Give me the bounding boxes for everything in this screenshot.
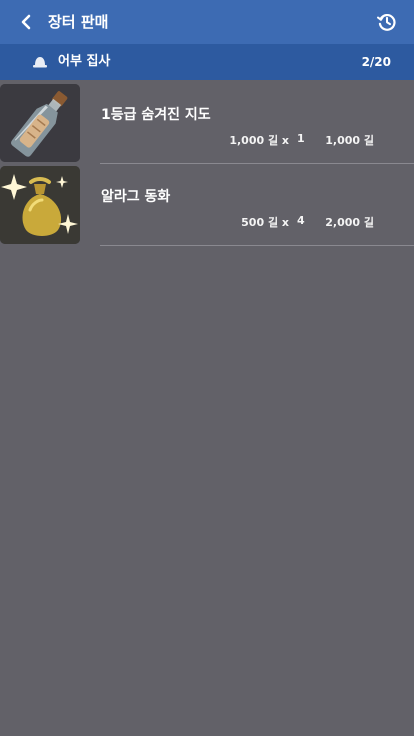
retainer-bar: 어부 집사 2/20 bbox=[0, 44, 414, 80]
bell-icon bbox=[33, 57, 47, 68]
page-title: 장터 판매 bbox=[48, 13, 109, 31]
history-button[interactable] bbox=[374, 9, 400, 35]
back-button[interactable] bbox=[12, 8, 40, 36]
bottle-map-icon bbox=[0, 84, 80, 162]
unit-price: 1,000 길 x bbox=[229, 134, 289, 147]
list-item[interactable]: 알라그 동화 500 길 x 4 2,000 길 bbox=[0, 164, 414, 246]
chevron-left-icon bbox=[21, 14, 31, 30]
total-price: 2,000 길 bbox=[325, 216, 374, 229]
unit-price: 500 길 x bbox=[241, 216, 289, 229]
listing-count: 2/20 bbox=[361, 55, 391, 69]
quantity: 1 bbox=[297, 132, 305, 145]
divider bbox=[100, 245, 414, 246]
item-thumbnail bbox=[0, 166, 80, 244]
list-item[interactable]: 1등급 숨겨진 지도 1,000 길 x 1 1,000 길 bbox=[0, 82, 414, 164]
item-name: 1등급 숨겨진 지도 bbox=[101, 107, 211, 123]
item-name: 알라그 동화 bbox=[101, 189, 171, 205]
coin-pouch-icon bbox=[0, 166, 80, 244]
quantity: 4 bbox=[297, 214, 305, 227]
retainer-name: 어부 집사 bbox=[58, 54, 111, 69]
top-bar: 장터 판매 bbox=[0, 0, 414, 44]
total-price: 1,000 길 bbox=[325, 134, 374, 147]
item-thumbnail bbox=[0, 84, 80, 162]
history-icon bbox=[377, 14, 396, 31]
